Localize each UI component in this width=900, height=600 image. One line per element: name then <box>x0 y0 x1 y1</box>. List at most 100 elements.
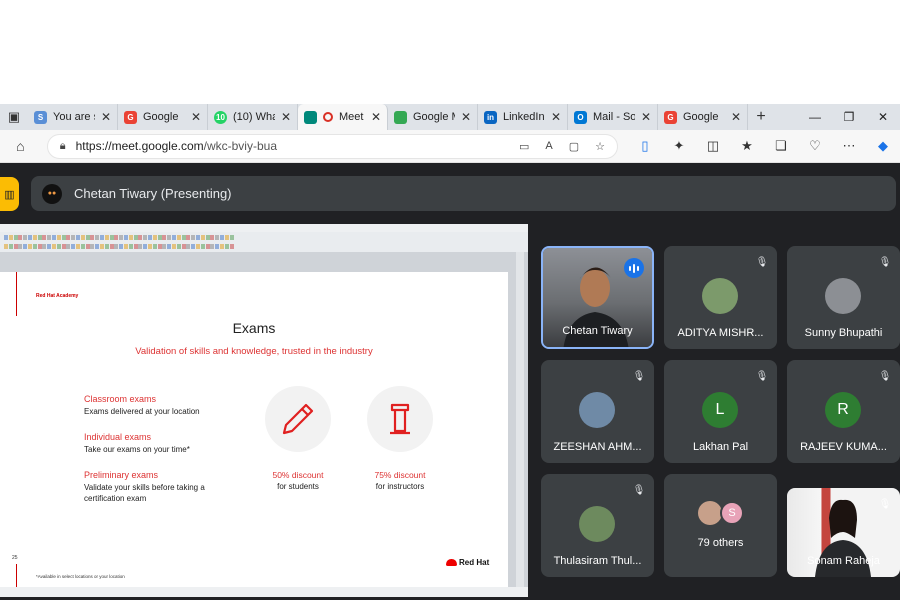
participant-name: Sonam Raheja <box>807 555 880 567</box>
impress-toolbar <box>0 232 528 252</box>
collections-icon[interactable]: ❏ <box>764 138 798 154</box>
close-icon[interactable]: ✕ <box>731 110 741 124</box>
camera-icon[interactable]: ▭ <box>519 140 529 153</box>
tab-google-2[interactable]: G Google ✕ <box>658 104 748 130</box>
favorite-star-icon[interactable]: ☆ <box>595 140 605 153</box>
toolbar-glyph <box>200 235 205 240</box>
toolbar-glyph <box>172 235 176 240</box>
toolbar-glyph <box>138 235 143 240</box>
toolbar-glyph <box>196 244 200 249</box>
toolbar-glyph <box>100 244 104 249</box>
toolbar-glyph <box>85 235 90 240</box>
tab-label: LinkedIn | <box>503 111 545 123</box>
participant-name: Chetan Tiwary <box>562 325 633 337</box>
lock-icon[interactable]: 🔒︎ <box>60 140 66 153</box>
toolbar-glyph <box>186 235 191 240</box>
pen-icon <box>265 386 331 452</box>
toolbar-glyph <box>215 235 220 240</box>
discount-percent: 75% discount <box>374 470 426 480</box>
toolbar-glyph <box>196 235 200 240</box>
toolbar-glyph <box>61 244 66 249</box>
redhat-logo: Red Hat <box>446 558 489 567</box>
slide-academy-label: Red Hat Academy <box>36 293 79 299</box>
slide-title: Exams <box>232 320 276 336</box>
toolbar-glyph <box>128 244 133 249</box>
participants-panel-icon[interactable]: ▥ <box>0 177 19 211</box>
presenter-label: Chetan Tiwary (Presenting) <box>74 186 232 201</box>
toolbar-glyph <box>95 235 100 240</box>
toolbar-glyph <box>66 244 71 249</box>
tab-mail[interactable]: O Mail - Sor ✕ <box>568 104 658 130</box>
toolbar-glyph <box>143 235 148 240</box>
close-icon[interactable]: ✕ <box>281 110 291 124</box>
participant-tile[interactable]: 🎙︎ R RAJEEV KUMA... <box>787 360 900 463</box>
toolbar-glyph <box>23 244 28 249</box>
avatar <box>579 392 615 428</box>
close-icon[interactable]: ✕ <box>641 110 651 124</box>
toolbar-glyph <box>56 235 61 240</box>
presenter-bar: ●● Chetan Tiwary (Presenting) <box>31 176 896 211</box>
participant-tile[interactable]: 🎙︎ Sunny Bhupathi <box>787 246 900 349</box>
toolbar-glyph <box>133 244 138 249</box>
close-icon[interactable]: ✕ <box>371 110 381 124</box>
tab-whatsapp[interactable]: 10 (10) What ✕ <box>208 104 298 130</box>
home-icon[interactable]: ⌂ <box>6 138 35 154</box>
toolbar-glyph <box>42 244 47 249</box>
extensions-icon[interactable]: ✦ <box>662 138 696 154</box>
toolbar-glyph <box>8 235 13 240</box>
toolbar-glyph <box>143 244 148 249</box>
presenter-avatar: ●● <box>42 183 62 204</box>
minimize-icon[interactable]: — <box>798 110 832 124</box>
avatar <box>825 278 861 314</box>
address-bar-row: ⌂ 🔒︎ https://meet.google.com/wkc-bviy-bu… <box>0 130 900 163</box>
mic-off-icon: 🎙︎ <box>632 371 646 382</box>
tab-you-are-signed[interactable]: S You are si ✕ <box>28 104 118 130</box>
toolbar-glyph <box>104 244 109 249</box>
tab-actions-icon[interactable]: ▣ <box>0 104 28 130</box>
restore-icon[interactable]: ❐ <box>832 110 866 124</box>
close-icon[interactable]: ✕ <box>101 110 111 124</box>
participant-tile[interactable]: 🎙︎ L Lakhan Pal <box>664 360 777 463</box>
address-bar[interactable]: 🔒︎ https://meet.google.com/wkc-bviy-bua … <box>46 133 618 159</box>
close-icon[interactable]: ✕ <box>191 110 201 124</box>
participant-tile[interactable]: 🎙︎ ZEESHAN AHM... <box>541 360 654 463</box>
avatar <box>698 501 722 525</box>
favorites-icon[interactable]: ★ <box>730 138 764 154</box>
student-discount: 50% discount for students <box>248 470 348 491</box>
tab-linkedin[interactable]: in LinkedIn | ✕ <box>478 104 568 130</box>
others-tile[interactable]: S 79 others <box>664 474 777 577</box>
hd-icon[interactable]: ▢ <box>569 140 579 153</box>
url-text[interactable]: https://meet.google.com/wkc-bviy-bua <box>76 139 503 153</box>
toolbar-glyph <box>167 235 172 240</box>
toolbar-glyph <box>181 235 186 240</box>
toolbar-glyph <box>90 244 95 249</box>
participant-tile[interactable]: 🎙︎ ADITYA MISHR... <box>664 246 777 349</box>
tab-meet[interactable]: Meet ✕ <box>298 104 388 130</box>
new-tab-button[interactable]: + <box>748 108 774 126</box>
toolbar-glyph <box>162 244 167 249</box>
speaking-indicator-icon <box>624 258 644 278</box>
toolbar-glyph <box>152 244 157 249</box>
participant-tile[interactable]: 🎙︎ Thulasiram Thul... <box>541 474 654 577</box>
close-icon[interactable]: ✕ <box>461 110 471 124</box>
participant-tile[interactable]: Chetan Tiwary <box>541 246 654 349</box>
copilot-icon[interactable]: ◆ <box>866 138 900 154</box>
tab-label: Google <box>143 111 179 123</box>
close-window-icon[interactable]: ✕ <box>866 110 900 124</box>
document-icon[interactable]: ▯ <box>628 138 662 154</box>
tab-google[interactable]: G Google ✕ <box>118 104 208 130</box>
scrollbar <box>516 252 524 587</box>
participant-tile[interactable]: 🎙︎ Sonam Raheja <box>787 488 900 577</box>
shared-screen: Red Hat Academy Exams Validation of skil… <box>0 224 528 597</box>
read-aloud-icon[interactable]: A <box>545 140 552 152</box>
more-icon[interactable]: ⋯ <box>832 138 866 154</box>
tab-google-meet[interactable]: Google M ✕ <box>388 104 478 130</box>
close-icon[interactable]: ✕ <box>551 110 561 124</box>
toolbar-glyph <box>76 244 80 249</box>
split-screen-icon[interactable]: ◫ <box>696 138 730 154</box>
toolbar-glyph <box>191 235 196 240</box>
toolbar-glyph <box>148 244 152 249</box>
toolbar-glyph <box>56 244 61 249</box>
participant-name: Sunny Bhupathi <box>804 327 883 339</box>
performance-icon[interactable]: ♡ <box>798 138 832 154</box>
